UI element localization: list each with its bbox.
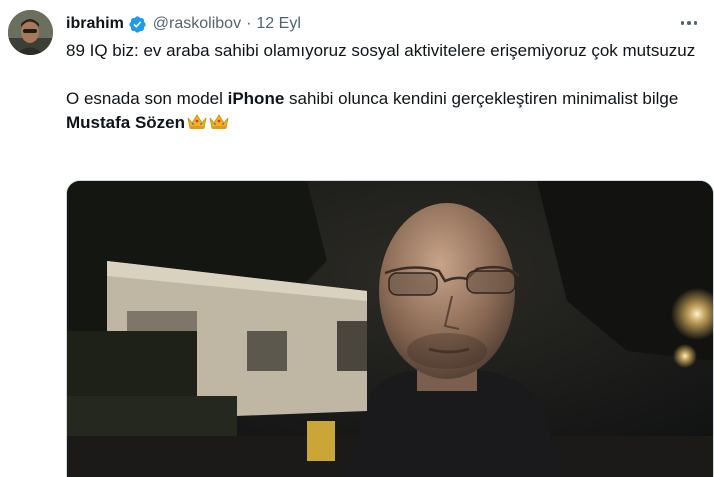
author-name[interactable]: ibrahim — [66, 15, 124, 33]
tweet-line-1: 89 IQ biz: ev araba sahibi olamıyoruz so… — [66, 41, 696, 60]
avatar[interactable] — [8, 10, 53, 55]
avatar-photo-icon — [8, 10, 53, 55]
video-thumbnail[interactable] — [66, 180, 714, 477]
verified-badge-icon — [129, 15, 146, 33]
crown-emoji-icon — [209, 114, 229, 129]
tweet-timestamp[interactable]: 12 Eyl — [256, 15, 300, 33]
author-handle[interactable]: @raskolibov — [153, 15, 241, 33]
tweet-line-2: O esnada son model iPhone sahibi olunca … — [66, 87, 696, 135]
text-segment: O esnada son model — [66, 89, 228, 108]
bold-name: Mustafa Sözen — [66, 113, 186, 132]
tweet-header: ibrahim @raskolibov · 12 Eyl — [66, 13, 301, 35]
tweet[interactable]: ibrahim @raskolibov · 12 Eyl 89 IQ biz: … — [0, 0, 714, 477]
more-horizontal-icon[interactable] — [678, 14, 700, 32]
video-frame-icon — [67, 181, 713, 477]
bold-iphone: iPhone — [227, 89, 285, 108]
separator-dot: · — [246, 15, 252, 32]
crown-emoji-icon — [187, 114, 207, 129]
tweet-text: 89 IQ biz: ev araba sahibi olamıyoruz so… — [66, 39, 696, 135]
text-segment: sahibi olunca kendini gerçekleştiren min… — [284, 89, 679, 108]
